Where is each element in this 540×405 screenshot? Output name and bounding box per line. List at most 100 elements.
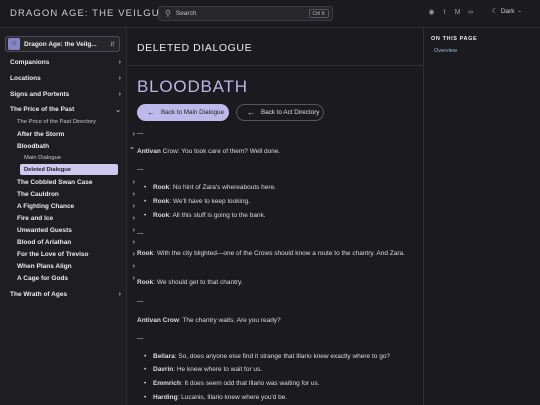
- sidebar-item-cobbled-swan-case[interactable]: The Cobbled Swan Case ›: [17, 179, 135, 186]
- mastodon-icon[interactable]: M: [453, 8, 462, 17]
- speaker-name: Antivan Crow: [137, 317, 179, 324]
- dialogue-text: : Lucanis, Illario knew where you'd be.: [177, 394, 288, 401]
- updown-chevron-icon: ⇵: [109, 41, 115, 48]
- sidebar-item-label: The Cauldron: [17, 191, 59, 198]
- star-icon: ☆: [8, 38, 20, 50]
- sidebar-item-label: Companions: [10, 59, 50, 66]
- top-bar: DRAGON AGE: THE VEILGUARD ⚲ Search Ctrl …: [0, 0, 540, 28]
- speaker-name: Emmrich: [153, 380, 181, 387]
- sidebar-item-label: Main Dialogue: [24, 155, 62, 161]
- button-label: Back to Main Dialogue: [161, 109, 225, 116]
- sidebar-item-label: Bloodbath: [17, 143, 50, 150]
- dialogue-text: : It does seem odd that Illario was wait…: [180, 380, 320, 387]
- speaker-name: Rook: [153, 212, 170, 219]
- sidebar-item-when-plans-align[interactable]: When Plans Align ›: [17, 263, 135, 270]
- sidebar-item-label: A Fighting Chance: [17, 203, 75, 210]
- sidebar-item-label: The Price of the Past: [10, 106, 75, 113]
- project-name: Dragon Age: the Veilg...: [24, 40, 97, 48]
- link-icon[interactable]: ∞: [466, 8, 475, 17]
- sidebar-item-locations[interactable]: Locations ›: [10, 75, 125, 82]
- sidebar-item-label: Signs and Portents: [10, 91, 70, 98]
- sidebar-item-a-fighting-chance[interactable]: A Fighting Chance ›: [17, 203, 135, 210]
- on-this-page-rail: ON THIS PAGE Overview: [423, 28, 540, 405]
- dialogue-text: : With the city blighted—one of the Crow…: [153, 250, 405, 257]
- sidebar-item-label: When Plans Align: [17, 263, 72, 270]
- sidebar-item-after-the-storm[interactable]: After the Storm ›: [17, 131, 135, 138]
- sidebar-item-fire-and-ice[interactable]: Fire and Ice ›: [17, 215, 135, 222]
- search-icon: ⚲: [165, 9, 171, 18]
- chevron-right-icon: ›: [118, 91, 121, 98]
- speaker-name: Harding: [153, 394, 178, 401]
- project-switcher[interactable]: ☆ Dragon Age: the Veilg... ⇵: [5, 36, 120, 52]
- arrow-left-icon: ←: [247, 108, 255, 117]
- sidebar-item-deleted-dialogue[interactable]: Deleted Dialogue: [24, 167, 139, 173]
- sidebar-item-label: A Cage for Gods: [17, 275, 69, 282]
- chevron-down-icon: ⌄: [517, 8, 522, 14]
- moon-icon: ☾: [492, 8, 498, 15]
- speaker-name: Antivan: [137, 148, 161, 155]
- sidebar-item-love-of-treviso[interactable]: For the Love of Treviso ›: [17, 251, 135, 258]
- sidebar-item-label: The Cobbled Swan Case: [17, 179, 93, 186]
- chevron-right-icon: ›: [118, 59, 121, 66]
- dialogue-line: Antivan Crow: The chantry waits. Are you…: [137, 317, 417, 324]
- speaker-name: Rook: [153, 184, 170, 191]
- arrow-left-icon: ←: [147, 108, 155, 117]
- chevron-right-icon: ›: [118, 291, 121, 298]
- sidebar-item-label: Fire and Ice: [17, 215, 54, 222]
- dialogue-text: Crow: You took care of them? Well done.: [160, 148, 281, 155]
- sidebar-item-the-cauldron[interactable]: The Cauldron ›: [17, 191, 135, 198]
- sidebar-item-label: Unwanted Guests: [17, 227, 72, 234]
- dialogue-text: : All this stuff is going to the bank.: [169, 212, 266, 219]
- sidebar-item-label: For the Love of Treviso: [17, 251, 89, 258]
- chevron-down-icon: ⌄: [115, 107, 121, 114]
- dialogue-text: : The chantry waits. Are you ready?: [178, 317, 281, 324]
- sidebar-item-unwanted-guests[interactable]: Unwanted Guests ›: [17, 227, 135, 234]
- back-to-act-directory-button[interactable]: ← Back to Act Directory: [236, 104, 324, 121]
- separator: —: [137, 130, 144, 137]
- list-item: Rook: All this stuff is going to the ban…: [144, 212, 266, 219]
- search-input[interactable]: ⚲ Search Ctrl K: [158, 6, 333, 21]
- sidebar-item-bloodbath[interactable]: Bloodbath ⌄: [17, 143, 135, 151]
- list-item: Harding: Lucanis, Illario knew where you…: [144, 394, 287, 401]
- sidebar-item-label: After the Storm: [17, 131, 65, 138]
- social-links: ◉ t M ∞: [427, 8, 475, 17]
- speaker-name: Rook: [137, 250, 154, 257]
- sidebar-item-main-dialogue[interactable]: Main Dialogue: [24, 155, 139, 161]
- dialogue-line: Rook: With the city blighted—one of the …: [137, 248, 409, 259]
- sidebar-item-price-of-the-past-directory[interactable]: The Price of the Past Directory: [17, 119, 132, 125]
- sidebar-item-label: The Wrath of Ages: [10, 291, 68, 298]
- sidebar-item-a-cage-for-gods[interactable]: A Cage for Gods ›: [17, 275, 135, 282]
- sidebar-item-label: Locations: [10, 75, 41, 82]
- dialogue-line: Rook: We should get to that chantry.: [137, 279, 417, 286]
- search-shortcut-badge: Ctrl K: [308, 9, 329, 18]
- dialogue-text: : We should get to that chantry.: [153, 279, 243, 286]
- speaker-name: Rook: [153, 198, 170, 205]
- toc-link-overview[interactable]: Overview: [434, 48, 457, 54]
- list-item: Bellara: So, does anyone else find it st…: [144, 353, 390, 360]
- dialogue-text: : He knew where to wait for us.: [173, 366, 263, 373]
- list-item: Rook: No hint of Zara's whereabouts here…: [144, 184, 276, 191]
- page-title: BLOODBATH: [137, 77, 248, 96]
- section-header: DELETED DIALOGUE: [128, 28, 423, 66]
- dialogue-text: : We'll have to keep looking.: [169, 198, 250, 205]
- dialogue-text: : No hint of Zara's whereabouts here.: [169, 184, 276, 191]
- discord-icon[interactable]: ◉: [427, 8, 436, 17]
- sidebar-item-blood-of-arlathan[interactable]: Blood of Arlathan ›: [17, 239, 135, 246]
- button-label: Back to Act Directory: [261, 109, 320, 116]
- sidebar-item-price-of-the-past[interactable]: The Price of the Past ⌄: [10, 106, 125, 114]
- separator: —: [137, 298, 144, 305]
- sidebar-item-wrath-of-ages[interactable]: The Wrath of Ages ›: [10, 291, 125, 298]
- search-placeholder: Search: [175, 10, 197, 17]
- sidebar-item-companions[interactable]: Companions ›: [10, 59, 125, 66]
- list-item: Davrin: He knew where to wait for us.: [144, 366, 262, 373]
- tumblr-icon[interactable]: t: [440, 8, 449, 17]
- dialogue-text: : So, does anyone else find it strange t…: [174, 353, 391, 360]
- list-item: Rook: We'll have to keep looking.: [144, 198, 250, 205]
- back-to-main-dialogue-button[interactable]: ← Back to Main Dialogue: [137, 104, 229, 121]
- sidebar-item-signs-and-portents[interactable]: Signs and Portents ›: [10, 91, 125, 98]
- speaker-name: Rook: [137, 279, 154, 286]
- theme-toggle[interactable]: ☾ Dark ⌄: [492, 7, 522, 16]
- separator: —: [137, 335, 144, 342]
- chevron-right-icon: ›: [118, 75, 121, 82]
- sidebar-item-label: The Price of the Past Directory: [17, 119, 96, 125]
